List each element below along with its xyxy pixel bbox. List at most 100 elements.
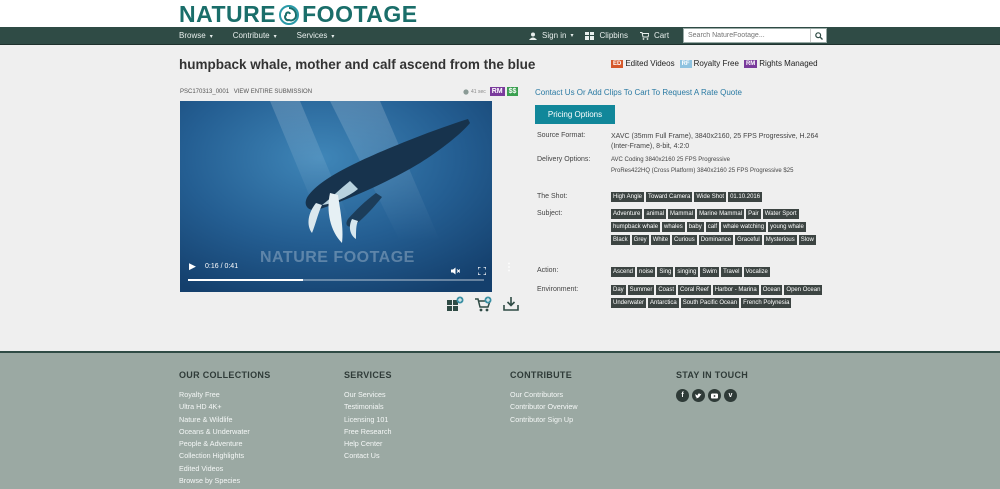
search-box bbox=[683, 28, 827, 43]
footer-link[interactable]: Our Services bbox=[344, 389, 392, 401]
keyword-tag[interactable]: humpback whale bbox=[611, 222, 661, 232]
footer-link[interactable]: Help Center bbox=[344, 438, 392, 450]
footer-link[interactable]: Nature & Wildlife bbox=[179, 414, 271, 426]
cart-link[interactable]: Cart bbox=[639, 27, 669, 45]
facebook-icon[interactable]: f bbox=[676, 389, 689, 402]
download-button[interactable] bbox=[502, 296, 520, 312]
keyword-tag[interactable]: calf bbox=[705, 222, 720, 232]
keyword-tag[interactable]: Sing bbox=[657, 267, 674, 277]
add-to-clipbin-button[interactable] bbox=[446, 296, 464, 312]
keyword-tag[interactable]: animal bbox=[644, 209, 667, 219]
footer-services: SERVICES Our Services Testimonials Licensi… bbox=[344, 370, 392, 463]
source-format-line-2: (Inter-Frame), 8-bit, 4:2:0 bbox=[611, 143, 690, 150]
request-rate-quote-link[interactable]: Contact Us Or Add Clips To Cart To Reque… bbox=[535, 88, 742, 97]
fullscreen-button[interactable] bbox=[477, 262, 487, 280]
keyword-tag[interactable]: baby bbox=[686, 222, 704, 232]
nav-contribute[interactable]: Contribute ▾ bbox=[233, 27, 277, 45]
video-more-icon[interactable]: ⋮ bbox=[504, 262, 514, 273]
keyword-tag[interactable]: Day bbox=[611, 285, 626, 295]
search-input[interactable] bbox=[684, 29, 810, 42]
page-title: humpback whale, mother and calf ascend f… bbox=[179, 57, 536, 72]
keyword-tag[interactable]: Slow bbox=[798, 235, 816, 245]
keyword-tag[interactable]: Vocalize bbox=[743, 267, 770, 277]
keyword-tag[interactable]: Marine Mammal bbox=[697, 209, 745, 219]
keyword-tag[interactable]: Swim bbox=[700, 267, 720, 277]
keyword-tag[interactable]: Open Ocean bbox=[784, 285, 823, 295]
footer-link[interactable]: Royalty Free bbox=[179, 389, 271, 401]
keyword-tag[interactable]: Mysterious bbox=[763, 235, 797, 245]
signin-link[interactable]: Sign in ▾ bbox=[529, 27, 573, 45]
play-button[interactable]: ▶ bbox=[189, 261, 196, 272]
keyword-tag[interactable]: High Angle bbox=[611, 192, 645, 202]
video-progress-bar[interactable] bbox=[188, 279, 484, 281]
chevron-down-icon: ▾ bbox=[209, 34, 213, 40]
keyword-tag[interactable]: 01.10.2016 bbox=[728, 192, 763, 202]
pricing-options-button[interactable]: Pricing Options bbox=[535, 105, 615, 124]
video-player[interactable]: NATURE FOOTAGE ▶ 0:16 / 0:41 bbox=[180, 101, 492, 292]
keyword-tag[interactable]: Adventure bbox=[611, 209, 643, 219]
keyword-tag[interactable]: South Pacific Ocean bbox=[680, 298, 740, 308]
youtube-icon[interactable] bbox=[708, 389, 721, 402]
keyword-tag[interactable]: whales bbox=[662, 222, 685, 232]
footer-link[interactable]: Our Contributors bbox=[510, 389, 578, 401]
keyword-tag[interactable]: Coral Reef bbox=[678, 285, 711, 295]
keyword-tag[interactable]: Grey bbox=[631, 235, 649, 245]
keyword-tag[interactable]: Travel bbox=[721, 267, 742, 277]
mute-button[interactable] bbox=[451, 262, 461, 280]
license-legend: ED Edited Videos RF Royalty Free RM Righ… bbox=[611, 59, 823, 68]
footer-link[interactable]: Free Research bbox=[344, 426, 392, 438]
signin-label: Sign in bbox=[542, 31, 567, 40]
keyword-tag[interactable]: young whale bbox=[768, 222, 806, 232]
keyword-tag[interactable]: White bbox=[650, 235, 671, 245]
fullscreen-icon bbox=[477, 266, 487, 276]
add-to-cart-button[interactable] bbox=[474, 296, 492, 312]
footer-link[interactable]: Browse by Species bbox=[179, 475, 271, 487]
keyword-tag[interactable]: Underwater bbox=[611, 298, 647, 308]
delivery-option-2: ProRes422HQ (Cross Platform) 3840x2160 2… bbox=[611, 168, 794, 174]
footer-link[interactable]: Contributor Sign Up bbox=[510, 414, 578, 426]
keyword-tag[interactable]: Ocean bbox=[760, 285, 783, 295]
subject-tags: Adventure animal Mammal Marine Mammal Pair Wa… bbox=[611, 209, 825, 248]
keyword-tag[interactable]: whale watching bbox=[721, 222, 767, 232]
vimeo-icon[interactable]: v bbox=[724, 389, 737, 402]
site-logo[interactable]: NATURE FOOTAGE bbox=[179, 1, 418, 28]
clock-icon bbox=[463, 88, 469, 95]
clipbins-link[interactable]: Clipbins bbox=[585, 27, 628, 45]
keyword-tag[interactable]: Toward Camera bbox=[646, 192, 693, 202]
keyword-tag[interactable]: noise bbox=[637, 267, 656, 277]
keyword-tag[interactable]: Graceful bbox=[735, 235, 762, 245]
keyword-tag[interactable]: Antarctica bbox=[648, 298, 679, 308]
footer-link[interactable]: Contact Us bbox=[344, 450, 392, 462]
keyword-tag[interactable]: Black bbox=[611, 235, 630, 245]
video-time: 0:16 / 0:41 bbox=[205, 263, 239, 270]
keyword-tag[interactable]: Summer bbox=[627, 285, 655, 295]
keyword-tag[interactable]: Wide Shot bbox=[694, 192, 727, 202]
rf-label: Royalty Free bbox=[693, 59, 739, 68]
keyword-tag[interactable]: Harbor - Marina bbox=[712, 285, 759, 295]
keyword-tag[interactable]: Mammal bbox=[668, 209, 696, 219]
keyword-tag[interactable]: Dominance bbox=[698, 235, 734, 245]
chevron-down-icon: ▾ bbox=[331, 34, 335, 40]
keyword-tag[interactable]: Water Sport bbox=[762, 209, 799, 219]
keyword-tag[interactable]: Ascend bbox=[611, 267, 636, 277]
keyword-tag[interactable]: singing bbox=[675, 267, 699, 277]
footer-link[interactable]: Licensing 101 bbox=[344, 414, 392, 426]
footer-link[interactable]: Edited Videos bbox=[179, 463, 271, 475]
search-button[interactable] bbox=[810, 29, 826, 42]
keyword-tag[interactable]: French Polynesia bbox=[741, 298, 792, 308]
view-entire-submission-link[interactable]: VIEW ENTIRE SUBMISSION bbox=[234, 89, 312, 95]
nav-services[interactable]: Services ▾ bbox=[297, 27, 335, 45]
footer-link[interactable]: Ultra HD 4K+ bbox=[179, 401, 271, 413]
footer-link[interactable]: Oceans & Underwater bbox=[179, 426, 271, 438]
footer-link[interactable]: Collection Highlights bbox=[179, 450, 271, 462]
keyword-tag[interactable]: Curious bbox=[672, 235, 697, 245]
keyword-tag[interactable]: Pair bbox=[746, 209, 761, 219]
nav-browse[interactable]: Browse ▾ bbox=[179, 27, 213, 45]
footer-link[interactable]: Contributor Overview bbox=[510, 401, 578, 413]
twitter-icon[interactable] bbox=[692, 389, 705, 402]
delivery-options-value: AVC Coding 3840x2160 25 FPS Progressive … bbox=[611, 155, 793, 177]
keyword-tag[interactable]: Coast bbox=[656, 285, 677, 295]
footer-link[interactable]: People & Adventure bbox=[179, 438, 271, 450]
footer-link[interactable]: Testimonials bbox=[344, 401, 392, 413]
clip-id: PSC170313_0001 bbox=[180, 89, 230, 95]
